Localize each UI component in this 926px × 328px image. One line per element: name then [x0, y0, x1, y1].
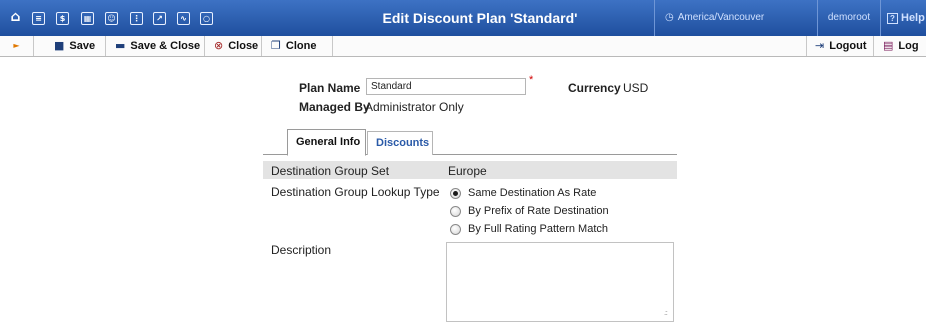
- radio-prefix-of-rate-label[interactable]: By Prefix of Rate Destination: [468, 205, 609, 217]
- description-label: Description: [271, 243, 332, 257]
- resize-grip-icon[interactable]: .::: [664, 310, 668, 317]
- chart-icon[interactable]: ∿: [177, 12, 190, 25]
- save-button[interactable]: ■ Save: [46, 36, 106, 56]
- list-icon[interactable]: ≡: [32, 12, 45, 25]
- header-divider: [654, 0, 655, 36]
- save-close-button[interactable]: ▬ Save & Close: [107, 36, 205, 56]
- plan-name-label: Plan Name: [299, 81, 361, 95]
- managed-by-label: Managed By: [299, 100, 370, 114]
- log-label: Log: [898, 40, 919, 52]
- action-toolbar: ► ■ Save ▬ Save & Close ⊗ Close ❐ Clone ⇥ Log…: [0, 36, 926, 57]
- tab-bar: General Info Discounts: [263, 129, 677, 156]
- radio-full-rating-pattern[interactable]: [450, 224, 461, 235]
- home-icon[interactable]: ⌂: [9, 10, 22, 24]
- log-button[interactable]: ▤ Log: [875, 36, 926, 56]
- clone-icon: ❐: [271, 39, 281, 52]
- close-icon: ⊗: [214, 39, 224, 52]
- clock-icon: ◷: [665, 12, 674, 23]
- radio-same-destination-label[interactable]: Same Destination As Rate: [468, 187, 596, 199]
- clone-button[interactable]: ❐ Clone: [263, 36, 333, 56]
- collapse-arrow-icon[interactable]: ►: [0, 36, 34, 56]
- logout-button[interactable]: ⇥ Logout: [806, 36, 874, 56]
- page-title: Edit Discount Plan 'Standard': [382, 10, 578, 26]
- managed-by-value: Administrator Only: [365, 100, 464, 114]
- lookup-type-label: Destination Group Lookup Type: [271, 185, 440, 199]
- currency-value: USD: [623, 81, 649, 95]
- help-label: Help: [901, 12, 925, 24]
- currency-label: Currency: [568, 81, 621, 95]
- log-icon: ▤: [883, 39, 894, 52]
- grid-icon[interactable]: ▦: [81, 12, 94, 25]
- network-icon[interactable]: ⋮: [130, 12, 143, 25]
- plan-name-input[interactable]: [366, 78, 526, 95]
- person-icon[interactable]: ☺: [105, 12, 118, 25]
- radio-full-rating-pattern-label[interactable]: By Full Rating Pattern Match: [468, 223, 608, 235]
- user-link[interactable]: demoroot: [818, 0, 880, 36]
- logout-icon: ⇥: [815, 39, 825, 52]
- close-button[interactable]: ⊗ Close: [206, 36, 262, 56]
- search-icon[interactable]: ○: [200, 12, 213, 25]
- destination-group-set-label: Destination Group Set: [271, 164, 390, 178]
- floppy-disk-icon: ▬: [115, 39, 126, 52]
- help-link[interactable]: ? Help: [881, 0, 925, 36]
- save-close-label: Save & Close: [130, 40, 201, 52]
- radio-prefix-of-rate[interactable]: [450, 206, 461, 217]
- logout-label: Logout: [829, 40, 867, 52]
- floppy-disk-icon: ■: [54, 39, 65, 52]
- dollar-icon[interactable]: $: [56, 12, 69, 25]
- required-marker: *: [529, 74, 534, 86]
- top-header-bar: ⌂ ≡ $ ▦ ☺ ⋮ ↗ ∿ ○ Edit Discount Plan 'St…: [0, 0, 926, 36]
- export-icon[interactable]: ↗: [153, 12, 166, 25]
- save-label: Save: [69, 40, 96, 52]
- destination-group-set-value: Europe: [448, 164, 487, 178]
- timezone-label: America/Vancouver: [677, 12, 765, 23]
- tab-discounts[interactable]: Discounts: [367, 131, 433, 155]
- radio-same-destination[interactable]: [450, 188, 461, 199]
- description-textarea[interactable]: [446, 242, 674, 322]
- clone-label: Clone: [285, 40, 317, 52]
- tab-general-info[interactable]: General Info: [287, 129, 366, 156]
- close-label: Close: [228, 40, 259, 52]
- timezone-link[interactable]: ◷ America/Vancouver: [665, 0, 764, 36]
- help-icon: ?: [887, 13, 898, 24]
